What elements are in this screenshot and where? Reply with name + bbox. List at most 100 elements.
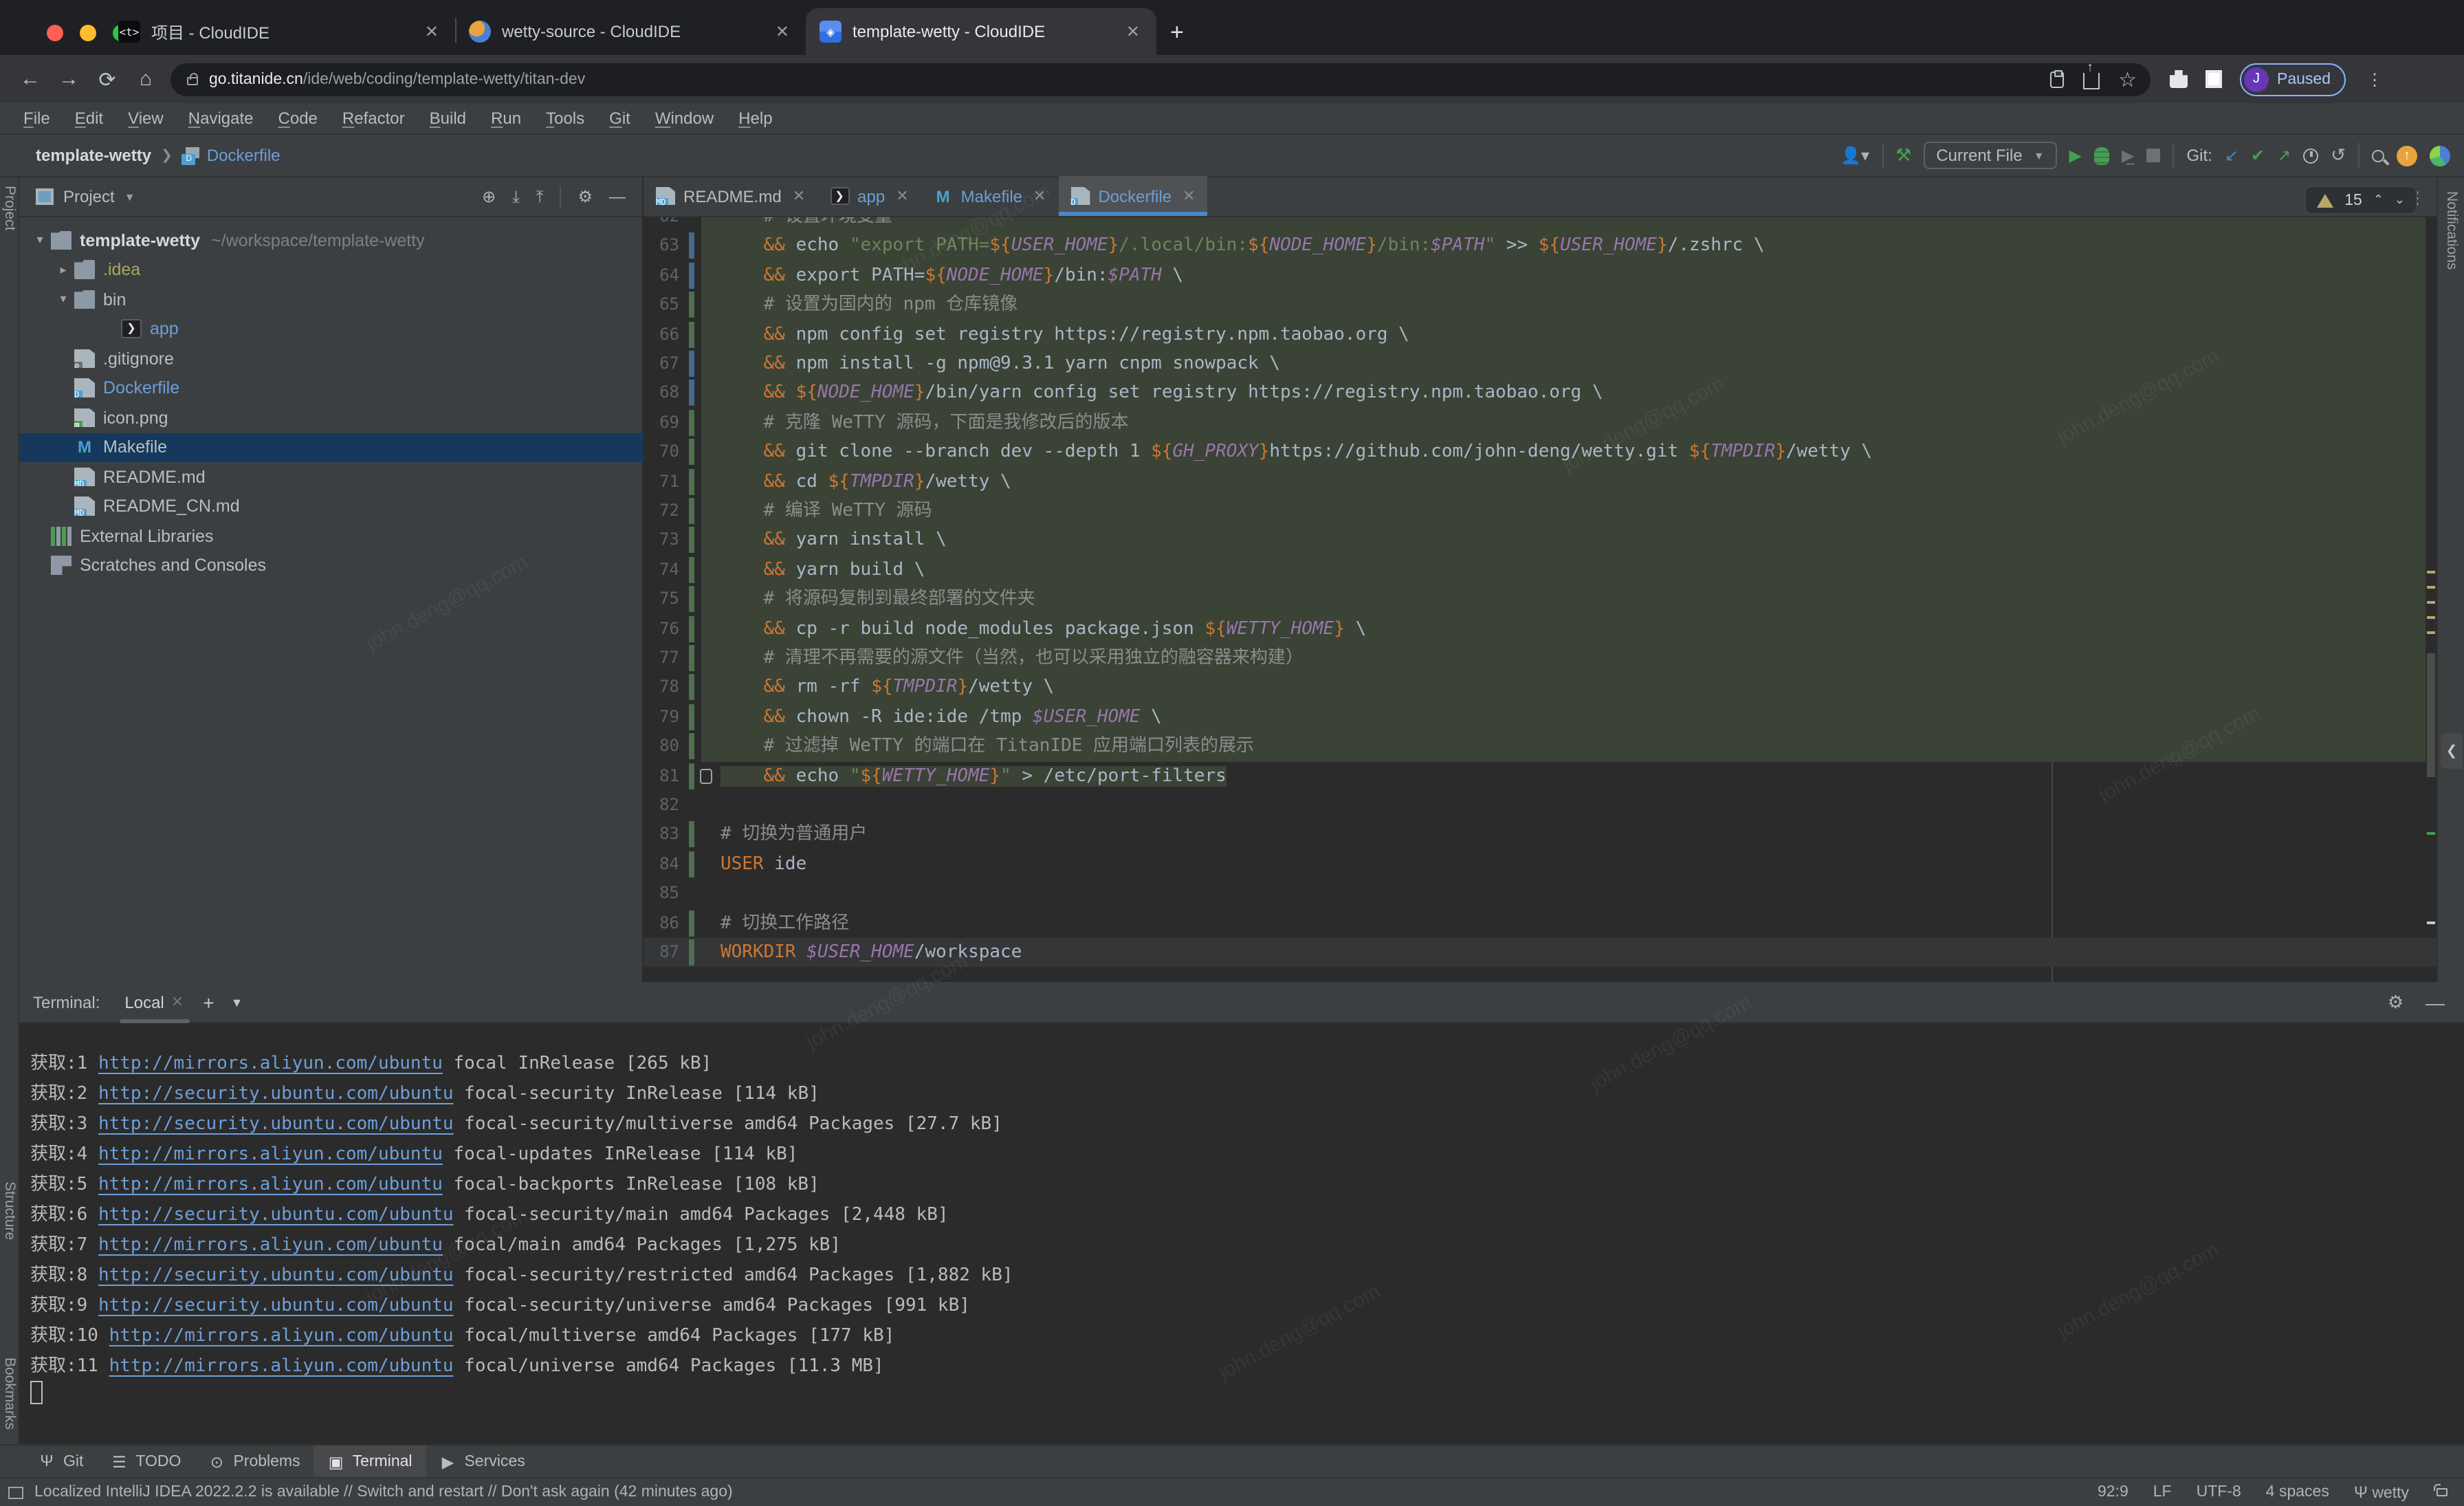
code-line[interactable]: 68 && ${NODE_HOME}/bin/yarn config set r… — [644, 379, 2436, 408]
tool-window-button-services[interactable]: ▶Services — [426, 1445, 539, 1478]
expand-all-icon[interactable]: ⤓ — [512, 186, 520, 207]
tool-stripe-notifications[interactable]: Notifications — [2443, 191, 2460, 270]
stop-icon[interactable] — [2146, 149, 2160, 162]
history-icon[interactable] — [2303, 148, 2318, 163]
address-bar[interactable]: go.titanide.cn/ide/web/coding/template-w… — [170, 63, 2150, 96]
new-tab-button[interactable]: + — [1170, 19, 1184, 47]
code-line[interactable]: 80 # 过滤掉 WeTTY 的端口在 TitanIDE 应用端口列表的展示 — [644, 732, 2436, 761]
menu-item-view[interactable]: View — [116, 109, 176, 128]
close-editor-tab-icon[interactable]: ✕ — [1182, 187, 1195, 205]
hide-terminal-icon[interactable]: — — [2426, 991, 2445, 1013]
hide-panel-icon[interactable]: — — [609, 187, 626, 206]
status-message[interactable]: Localized IntelliJ IDEA 2022.2.2 is avai… — [34, 1484, 733, 1500]
code-line[interactable]: 82 — [644, 791, 2436, 820]
collapse-all-icon[interactable]: ⤒ — [536, 186, 544, 207]
tree-row[interactable]: ⊘.gitignore — [19, 344, 644, 373]
editor-scrollbar[interactable] — [2426, 217, 2436, 982]
breadcrumb-file[interactable]: Dockerfile — [207, 146, 280, 165]
code-line[interactable]: 74 && yarn build \ — [644, 556, 2436, 585]
code-line[interactable]: 69 # 克隆 WeTTY 源码，下面是我修改后的版本 — [644, 408, 2436, 438]
terminal-link[interactable]: http://mirrors.aliyun.com/ubuntu — [109, 1356, 454, 1377]
run-configuration-select[interactable]: Current File▼ — [1924, 142, 2056, 169]
git-update-icon[interactable]: ↙ — [2225, 146, 2238, 165]
line-ending[interactable]: LF — [2153, 1484, 2172, 1500]
tool-stripe-bookmarks[interactable]: Bookmarks — [1, 1357, 18, 1430]
search-everywhere-icon[interactable] — [2372, 149, 2384, 162]
tool-stripe-project[interactable]: Project — [1, 186, 18, 230]
terminal-settings-gear-icon[interactable]: ⚙ — [2388, 991, 2404, 1013]
menu-item-git[interactable]: Git — [597, 109, 643, 128]
close-terminal-tab-icon[interactable]: ✕ — [171, 993, 184, 1011]
back-icon[interactable]: ← — [11, 67, 50, 91]
tree-row[interactable]: Scratches and Consoles — [19, 551, 644, 580]
git-commit-icon[interactable]: ✔ — [2251, 146, 2265, 165]
tree-chevron-icon[interactable]: ▾ — [56, 292, 70, 307]
browser-tab[interactable]: <t>项目 - CloudIDE✕ — [104, 8, 455, 55]
code-line[interactable]: 66 && npm config set registry https://re… — [644, 320, 2436, 349]
code-line[interactable]: 67 && npm install -g npm@9.3.1 yarn cnpm… — [644, 349, 2436, 379]
terminal-tab-local[interactable]: Local✕ — [124, 981, 184, 1023]
menu-item-file[interactable]: File — [11, 109, 63, 128]
menu-item-help[interactable]: Help — [726, 109, 784, 128]
next-warning-icon[interactable]: ⌄ — [2395, 193, 2405, 208]
indent-setting[interactable]: 4 spaces — [2266, 1484, 2329, 1500]
tree-row[interactable]: ▾bin — [19, 285, 644, 314]
caret-position[interactable]: 92:9 — [2098, 1484, 2128, 1500]
gutter-bookmark-icon[interactable] — [700, 768, 712, 783]
lock-icon[interactable] — [187, 77, 198, 85]
terminal-link[interactable]: http://security.ubuntu.com/ubuntu — [98, 1084, 454, 1104]
update-available-icon[interactable]: ↑ — [2397, 145, 2417, 166]
tree-row[interactable]: DDockerfile — [19, 373, 644, 402]
tree-row[interactable]: MDREADME_CN.md — [19, 492, 644, 521]
rollback-icon[interactable]: ↺ — [2331, 144, 2346, 166]
close-tab-icon[interactable]: ✕ — [1123, 22, 1143, 41]
build-hammer-icon[interactable]: ⚒ — [1895, 144, 1911, 166]
tree-row[interactable]: ▸.idea — [19, 255, 644, 284]
close-editor-tab-icon[interactable]: ✕ — [793, 187, 805, 205]
run-icon[interactable]: ▶ — [2069, 146, 2082, 165]
profile-button[interactable]: J Paused — [2240, 63, 2346, 96]
terminal-link[interactable]: http://mirrors.aliyun.com/ubuntu — [98, 1054, 443, 1074]
share-icon[interactable] — [2082, 73, 2099, 89]
editor-tab-makefile[interactable]: MMakefile✕ — [921, 176, 1059, 216]
debug-icon[interactable] — [2094, 146, 2109, 164]
tree-row[interactable]: MDREADME.md — [19, 462, 644, 491]
terminal-link[interactable]: http://mirrors.aliyun.com/ubuntu — [109, 1326, 454, 1346]
close-window-icon[interactable] — [47, 25, 63, 41]
terminal-dropdown-icon[interactable]: ▼ — [231, 995, 243, 1009]
clipboard-icon[interactable] — [2049, 71, 2063, 87]
user-profile-icon[interactable]: 👤▾ — [1840, 146, 1869, 165]
file-encoding[interactable]: UTF-8 — [2197, 1484, 2241, 1500]
code-line[interactable]: 65 # 设置为国内的 npm 仓库镜像 — [644, 290, 2436, 320]
bookmark-star-icon[interactable]: ☆ — [2118, 67, 2137, 91]
tool-window-button-terminal[interactable]: ▣Terminal — [314, 1445, 426, 1478]
terminal-link[interactable]: http://mirrors.aliyun.com/ubuntu — [98, 1144, 443, 1165]
home-icon[interactable]: ⌂ — [126, 67, 165, 91]
menu-item-code[interactable]: Code — [266, 109, 330, 128]
code-line[interactable]: 83# 切换为普通用户 — [644, 820, 2436, 850]
tree-chevron-icon[interactable]: ▸ — [56, 262, 70, 277]
close-tab-icon[interactable]: ✕ — [773, 22, 792, 41]
menu-item-edit[interactable]: Edit — [63, 109, 116, 128]
tree-row[interactable]: External Libraries — [19, 521, 644, 550]
tree-row[interactable]: ▨icon.png — [19, 403, 644, 432]
minimize-window-icon[interactable] — [80, 25, 96, 41]
code-line[interactable]: 64 && export PATH=${NODE_HOME}/bin:$PATH… — [644, 261, 2436, 291]
browser-tab[interactable]: ◈template-wetty - CloudIDE✕ — [806, 8, 1156, 55]
tool-window-button-todo[interactable]: ☰TODO — [97, 1445, 195, 1478]
tool-window-button-git[interactable]: ΨGit — [25, 1445, 97, 1478]
code-line[interactable]: 63 && echo "export PATH=${USER_HOME}/.lo… — [644, 232, 2436, 261]
code-area[interactable]: 62 # 设置环境变量63 && echo "export PATH=${USE… — [644, 217, 2436, 982]
coverage-icon[interactable]: ▶̲ — [2122, 146, 2134, 165]
menu-item-refactor[interactable]: Refactor — [330, 109, 417, 128]
code-line[interactable]: 84USER ide — [644, 850, 2436, 880]
menu-item-tools[interactable]: Tools — [534, 109, 597, 128]
terminal-link[interactable]: http://security.ubuntu.com/ubuntu — [98, 1205, 454, 1225]
menu-item-window[interactable]: Window — [643, 109, 726, 128]
side-panel-icon[interactable] — [2206, 70, 2222, 88]
tool-window-button-problems[interactable]: ⊙Problems — [195, 1445, 314, 1478]
terminal-link[interactable]: http://security.ubuntu.com/ubuntu — [98, 1296, 454, 1316]
code-line[interactable]: 62 # 设置环境变量 — [644, 217, 2436, 232]
git-push-icon[interactable]: ↗ — [2277, 146, 2291, 165]
browser-tab[interactable]: wetty-source - CloudIDE✕ — [455, 8, 806, 55]
